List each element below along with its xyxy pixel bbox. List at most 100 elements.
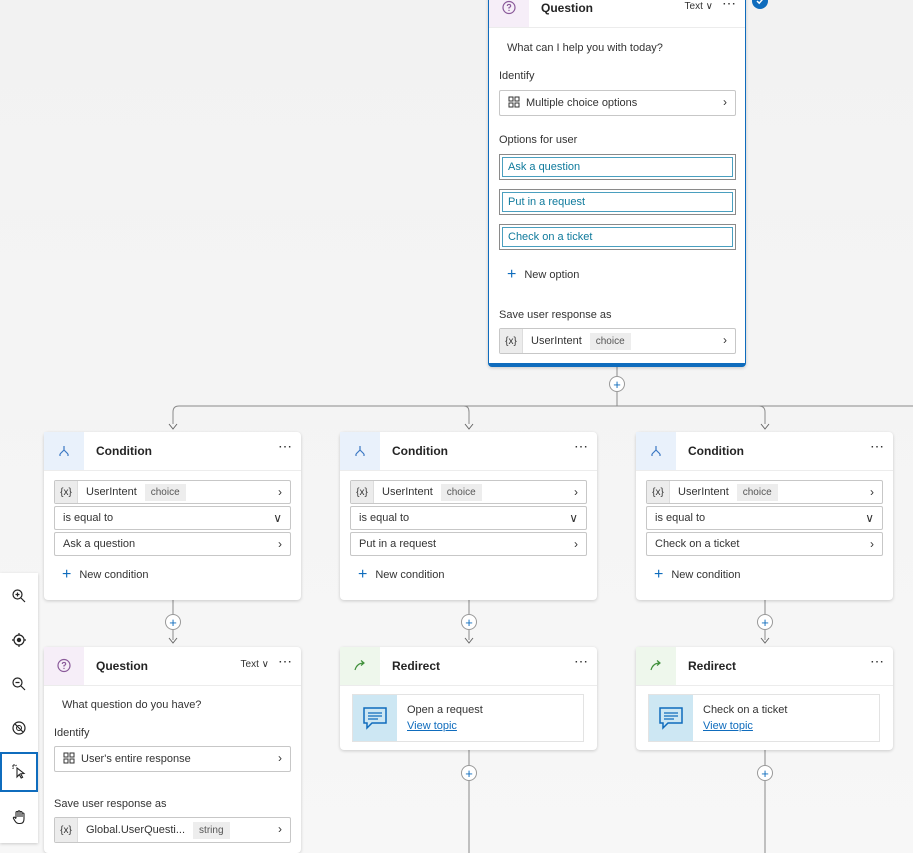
redirect-node[interactable]: Redirect ⋯ Check on a ticket View topic xyxy=(636,647,893,750)
topic-chat-icon xyxy=(649,695,693,741)
redirect-topic-card[interactable]: Open a request View topic xyxy=(352,694,584,742)
redirect-topic-card[interactable]: Check on a ticket View topic xyxy=(648,694,880,742)
select-mode-button[interactable] xyxy=(0,752,38,792)
redirect-arrow-icon xyxy=(340,647,380,685)
minimap-toggle-button[interactable] xyxy=(0,709,38,749)
redirect-arrow-icon xyxy=(636,647,676,685)
add-node-button[interactable]: + xyxy=(609,376,625,392)
more-options-icon[interactable]: ⋯ xyxy=(278,438,293,455)
more-options-icon[interactable]: ⋯ xyxy=(722,0,737,12)
question-message[interactable]: What question do you have? xyxy=(62,699,201,711)
condition-value[interactable]: Put in a request › xyxy=(350,532,587,556)
pan-hand-icon xyxy=(11,809,27,828)
identify-selector[interactable]: User's entire response › xyxy=(54,746,291,772)
redirect-node[interactable]: Redirect ⋯ Open a request View topic xyxy=(340,647,597,750)
add-node-button[interactable]: + xyxy=(757,614,773,630)
option-item[interactable]: Check on a ticket xyxy=(499,224,736,250)
redirect-topic-name: Check on a ticket xyxy=(703,704,788,716)
chevron-down-icon: ∨ xyxy=(273,511,282,525)
plus-icon: + xyxy=(465,765,473,781)
entity-grid-icon xyxy=(63,752,75,767)
more-options-icon[interactable]: ⋯ xyxy=(278,653,293,670)
option-item[interactable]: Put in a request xyxy=(499,189,736,215)
plus-icon: + xyxy=(169,614,177,630)
option-item[interactable]: Ask a question xyxy=(499,154,736,180)
add-node-button[interactable]: + xyxy=(165,614,181,630)
more-options-icon[interactable]: ⋯ xyxy=(870,653,885,670)
condition-operator[interactable]: is equal to ∨ xyxy=(646,506,883,530)
view-topic-link[interactable]: View topic xyxy=(703,720,753,732)
zoom-out-icon xyxy=(11,676,27,695)
new-option-button[interactable]: + New option xyxy=(507,266,579,284)
chevron-right-icon: › xyxy=(870,537,874,551)
chevron-down-icon: ∨ xyxy=(569,511,578,525)
view-topic-link[interactable]: View topic xyxy=(407,720,457,732)
chevron-right-icon: › xyxy=(278,485,282,499)
node-title: Condition xyxy=(688,444,744,458)
add-node-button[interactable]: + xyxy=(757,765,773,781)
condition-value[interactable]: Ask a question › xyxy=(54,532,291,556)
new-condition-button[interactable]: + New condition xyxy=(654,566,740,584)
topic-chat-icon xyxy=(353,695,397,741)
new-condition-button[interactable]: + New condition xyxy=(62,566,148,584)
condition-variable[interactable]: {x} UserIntent choice › xyxy=(646,480,883,504)
minimap-off-icon xyxy=(11,720,27,739)
question-bubble-icon xyxy=(489,0,529,27)
node-title: Question xyxy=(541,1,594,15)
branch-icon xyxy=(636,432,676,470)
node-title: Condition xyxy=(392,444,448,458)
fit-view-button[interactable] xyxy=(0,621,38,661)
node-title: Redirect xyxy=(688,659,737,673)
condition-variable[interactable]: {x} UserIntent choice › xyxy=(350,480,587,504)
format-dropdown[interactable]: Text ∨ xyxy=(685,1,713,12)
condition-operator[interactable]: is equal to ∨ xyxy=(54,506,291,530)
branch-icon xyxy=(44,432,84,470)
variable-selector[interactable]: {x} UserIntent choice › xyxy=(499,328,736,354)
identify-label: Identify xyxy=(54,727,90,739)
focus-icon xyxy=(11,632,27,651)
condition-value[interactable]: Check on a ticket › xyxy=(646,532,883,556)
condition-node[interactable]: Condition ⋯ {x} UserIntent choice › is e… xyxy=(44,432,301,600)
new-condition-button[interactable]: + New condition xyxy=(358,566,444,584)
variable-icon: {x} xyxy=(55,818,78,842)
condition-node[interactable]: Condition ⋯ {x} UserIntent choice › is e… xyxy=(636,432,893,600)
pan-mode-button[interactable] xyxy=(0,798,38,838)
format-dropdown[interactable]: Text ∨ xyxy=(241,659,269,670)
plus-icon: + xyxy=(465,614,473,630)
node-title: Condition xyxy=(96,444,152,458)
variable-icon: {x} xyxy=(55,481,78,503)
identify-selector[interactable]: Multiple choice options › xyxy=(499,90,736,116)
zoom-in-button[interactable] xyxy=(0,577,38,617)
condition-node[interactable]: Condition ⋯ {x} UserIntent choice › is e… xyxy=(340,432,597,600)
chevron-right-icon: › xyxy=(870,485,874,499)
chevron-down-icon: ∨ xyxy=(261,659,269,670)
variable-icon: {x} xyxy=(647,481,670,503)
redirect-topic-name: Open a request xyxy=(407,704,483,716)
plus-icon: + xyxy=(507,266,517,283)
canvas-toolbar xyxy=(0,573,38,843)
identify-label: Identify xyxy=(499,70,535,82)
chevron-down-icon: ∨ xyxy=(705,1,713,12)
chevron-right-icon: › xyxy=(723,333,727,347)
question-node-top[interactable]: Question Text ∨ ⋯ What can I help you wi… xyxy=(488,0,746,367)
variable-selector[interactable]: {x} Global.UserQuesti... string › xyxy=(54,817,291,843)
add-node-button[interactable]: + xyxy=(461,614,477,630)
plus-icon: + xyxy=(613,376,621,392)
plus-icon: + xyxy=(654,566,664,583)
variable-icon: {x} xyxy=(500,329,523,353)
condition-variable[interactable]: {x} UserIntent choice › xyxy=(54,480,291,504)
chevron-right-icon: › xyxy=(723,95,727,109)
node-title: Redirect xyxy=(392,659,441,673)
zoom-in-icon xyxy=(11,588,27,607)
chevron-right-icon: › xyxy=(278,537,282,551)
question-node-bottom[interactable]: Question Text ∨ ⋯ What question do you h… xyxy=(44,647,301,853)
chevron-right-icon: › xyxy=(574,485,578,499)
add-node-button[interactable]: + xyxy=(461,765,477,781)
more-options-icon[interactable]: ⋯ xyxy=(870,438,885,455)
condition-operator[interactable]: is equal to ∨ xyxy=(350,506,587,530)
more-options-icon[interactable]: ⋯ xyxy=(574,653,589,670)
zoom-out-button[interactable] xyxy=(0,665,38,705)
question-bubble-icon xyxy=(44,647,84,685)
question-message[interactable]: What can I help you with today? xyxy=(507,42,663,54)
more-options-icon[interactable]: ⋯ xyxy=(574,438,589,455)
